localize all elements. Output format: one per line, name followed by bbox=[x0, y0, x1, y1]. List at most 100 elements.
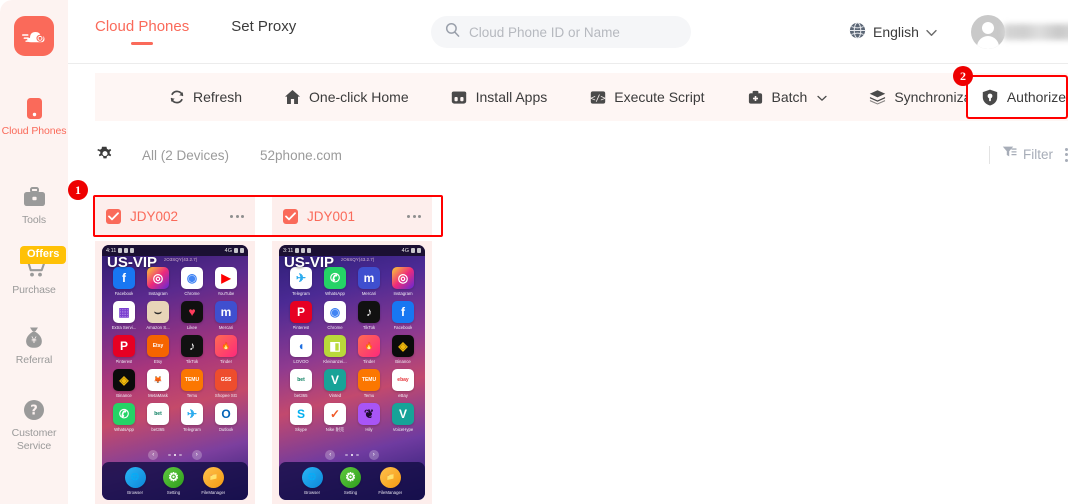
app-icon-item[interactable]: 🌐 Browser bbox=[124, 466, 146, 496]
refresh-button[interactable]: Refresh bbox=[168, 83, 242, 112]
app-icon-item[interactable]: TEMU Temu bbox=[175, 369, 209, 399]
filter-chip-all-devices[interactable]: All (2 Devices) bbox=[142, 148, 229, 163]
app-icon-item[interactable]: ◎ Instagram bbox=[141, 267, 175, 297]
app-icon-item[interactable]: m Mercari bbox=[352, 267, 386, 297]
app-icon-item[interactable]: ⚙ Setting bbox=[163, 466, 185, 496]
tab-set-proxy[interactable]: Set Proxy bbox=[231, 18, 296, 45]
app-icon-item[interactable]: GSS Shopee SG bbox=[209, 369, 243, 399]
app-icon-item[interactable]: 🌐 Browser bbox=[301, 466, 323, 496]
authorize-button[interactable]: Authorize bbox=[966, 75, 1068, 119]
app-icon: 🦊 bbox=[147, 369, 169, 391]
app-icon-item[interactable]: ✆ WhatsApp bbox=[318, 267, 352, 297]
more-horizontal-icon[interactable] bbox=[230, 214, 244, 218]
app-icon-item[interactable]: ◉ Chrome bbox=[175, 267, 209, 297]
page-next-arrow[interactable]: › bbox=[191, 450, 202, 460]
app-icon-item[interactable]: ◉ Chrome bbox=[318, 301, 352, 331]
app-icon-item[interactable]: P Pinterest bbox=[107, 335, 141, 365]
app-icon-item[interactable]: bet bet365 bbox=[141, 403, 175, 433]
language-selector[interactable]: English bbox=[849, 22, 937, 42]
phone-version-label: zO6SQY(43.2.7) bbox=[341, 257, 375, 262]
app-icon-item[interactable]: P Pinterest bbox=[284, 301, 318, 331]
filter-button[interactable]: Filter bbox=[1002, 145, 1053, 164]
batch-button[interactable]: Batch bbox=[747, 83, 828, 112]
device-card[interactable]: JDY001 3:11 4G US-VIP zO6SQY(43.2.7) ✈ T… bbox=[272, 197, 432, 504]
app-icon-item[interactable]: ♥ Likee bbox=[175, 301, 209, 331]
device-card-header[interactable]: JDY001 bbox=[272, 197, 432, 235]
device-checkbox[interactable] bbox=[283, 208, 298, 224]
offers-badge[interactable]: Offers bbox=[20, 246, 67, 264]
app-icon-item[interactable]: ◈ Binance bbox=[107, 369, 141, 399]
sidebar-item-cloud-phones[interactable]: Cloud Phones bbox=[0, 96, 68, 138]
filter-chip-domain[interactable]: 52phone.com bbox=[260, 148, 342, 163]
one-click-home-button[interactable]: One-click Home bbox=[284, 83, 409, 112]
app-icon-item[interactable]: 📁 FileManager bbox=[378, 466, 402, 496]
more-horizontal-icon[interactable] bbox=[407, 214, 421, 218]
install-apps-button[interactable]: Install Apps bbox=[451, 83, 547, 112]
phone-screen-preview[interactable]: 4:11 4G US-VIP zO3SQY(43.2.7) f Facebook… bbox=[102, 245, 248, 500]
signal-icon bbox=[411, 248, 415, 253]
app-icon-item[interactable]: ◎ Instagram bbox=[386, 267, 420, 297]
app-icon-item[interactable]: Etsy Etsy bbox=[141, 335, 175, 365]
sidebar-item-label: Cloud Phones bbox=[1, 125, 67, 137]
page-prev-arrow[interactable]: ‹ bbox=[325, 450, 336, 460]
account-menu[interactable] bbox=[971, 15, 1068, 49]
device-card-body: 4:11 4G US-VIP zO3SQY(43.2.7) f Facebook… bbox=[95, 241, 255, 504]
app-icon-item[interactable]: ⚙ Setting bbox=[340, 466, 362, 496]
sidebar-item-customer-service[interactable]: ? Customer Service bbox=[0, 398, 68, 453]
tab-cloud-phones[interactable]: Cloud Phones bbox=[95, 18, 189, 45]
app-icon: ❦ bbox=[358, 403, 380, 425]
page-next-arrow[interactable]: › bbox=[368, 450, 379, 460]
app-icon-item[interactable]: ◧ Kleinanzei... bbox=[318, 335, 352, 365]
app-icon-item[interactable]: ⌣ Amazon S... bbox=[141, 301, 175, 331]
refresh-label: Refresh bbox=[193, 89, 243, 105]
device-card[interactable]: JDY002 4:11 4G US-VIP zO3SQY(43.2.7) f F… bbox=[95, 197, 255, 504]
app-icon-item[interactable]: 🦊 MetaMask bbox=[141, 369, 175, 399]
gear-icon[interactable] bbox=[95, 145, 115, 165]
app-icon-item[interactable]: ✈ Telegram bbox=[284, 267, 318, 297]
app-icon-item[interactable]: ✆ WhatsApp bbox=[107, 403, 141, 433]
app-icon-item[interactable]: V VoiceHype bbox=[386, 403, 420, 433]
app-icon-item[interactable]: 🔥 Tinder bbox=[209, 335, 243, 365]
search-icon bbox=[445, 22, 460, 42]
app-icon-item[interactable]: S Skype bbox=[284, 403, 318, 433]
phone-page-indicator: ‹ › bbox=[279, 450, 425, 460]
app-icon-item[interactable]: TEMU Temu bbox=[352, 369, 386, 399]
app-icon: O bbox=[215, 403, 237, 425]
app-icon-item[interactable]: ♪ TikTok bbox=[175, 335, 209, 365]
status-icon bbox=[124, 248, 129, 253]
app-icon: V bbox=[324, 369, 346, 391]
status-icon bbox=[301, 248, 306, 253]
app-icon-item[interactable]: f Facebook bbox=[386, 301, 420, 331]
app-icon-item[interactable]: O Outlook bbox=[209, 403, 243, 433]
app-icon-item[interactable]: ❦ Hily bbox=[352, 403, 386, 433]
app-icon-item[interactable]: f Facebook bbox=[107, 267, 141, 297]
app-icon-item[interactable]: ▶ YouTube bbox=[209, 267, 243, 297]
app-icon-item[interactable]: V Vinted bbox=[318, 369, 352, 399]
device-card-header[interactable]: JDY002 bbox=[95, 197, 255, 235]
search-box[interactable] bbox=[431, 16, 691, 48]
authorize-label: Authorize bbox=[1006, 89, 1066, 105]
app-icon-item[interactable]: 📁 FileManager bbox=[201, 466, 225, 496]
app-logo[interactable] bbox=[14, 16, 54, 56]
app-icon-item[interactable]: 🔥 Tinder bbox=[352, 335, 386, 365]
app-icon-item[interactable]: ♪ TikTok bbox=[352, 301, 386, 331]
sidebar-item-referral[interactable]: ¥ Referral bbox=[0, 325, 68, 367]
app-icon-item[interactable]: bet bet365 bbox=[284, 369, 318, 399]
app-icon: 🌐 bbox=[124, 466, 146, 488]
app-icon-item[interactable]: m Mercari bbox=[209, 301, 243, 331]
phone-screen-preview[interactable]: 3:11 4G US-VIP zO6SQY(43.2.7) ✈ Telegram… bbox=[279, 245, 425, 500]
sidebar-item-label: Referral bbox=[15, 354, 53, 366]
app-icon-item[interactable]: ◈ Binance bbox=[386, 335, 420, 365]
page-prev-arrow[interactable]: ‹ bbox=[148, 450, 159, 460]
app-icon-item[interactable]: ebay eBay bbox=[386, 369, 420, 399]
execute-script-button[interactable]: </> Execute Script bbox=[589, 83, 704, 112]
phone-version-label: zO3SQY(43.2.7) bbox=[164, 257, 198, 262]
sidebar-item-tools[interactable]: Tools bbox=[0, 185, 68, 227]
device-checkbox[interactable] bbox=[106, 208, 121, 224]
app-icon-item[interactable]: ✈ Telegram bbox=[175, 403, 209, 433]
app-icon-item[interactable]: ▦ Extra Servi... bbox=[107, 301, 141, 331]
search-input[interactable] bbox=[469, 24, 669, 40]
app-icon-item[interactable]: ◖ LOVOO bbox=[284, 335, 318, 365]
app-icon-item[interactable]: ✓ Nike 耐克 bbox=[318, 403, 352, 433]
status-icon bbox=[118, 248, 123, 253]
